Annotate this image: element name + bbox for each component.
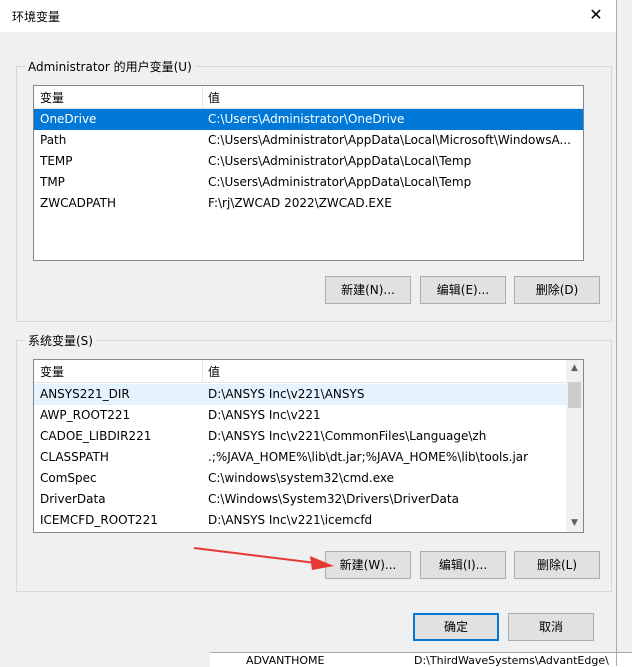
variable-name: ZWCADPATH [40,196,117,210]
variable-value: D:\ANSYS Inc\v221\ANSYS [208,387,365,401]
variable-name: TEMP [40,154,73,168]
system-variables-group: 系统变量(S) 变量 值 ANSYS221_DIR D:\ANSYS Inc\v… [16,332,612,592]
variable-value: C:\Users\Administrator\OneDrive [208,112,405,126]
variable-value: .;%JAVA_HOME%\lib\dt.jar;%JAVA_HOME%\lib… [208,450,529,464]
variable-value: D:\ANSYS Inc\v221\CommonFiles\Language\z… [208,429,487,443]
list-item[interactable]: ZWCADPATH F:\rj\ZWCAD 2022\ZWCAD.EXE [34,193,583,214]
list-item[interactable]: CADOE_LIBDIR221 D:\ANSYS Inc\v221\Common… [34,426,566,447]
scroll-up-icon[interactable]: ▲ [566,360,583,377]
user-variables-legend: Administrator 的用户变量(U) [25,58,195,75]
list-item[interactable]: ComSpec C:\windows\system32\cmd.exe [34,468,566,489]
column-divider[interactable] [202,86,203,108]
variable-name: TMP [40,175,65,189]
variable-value: C:\windows\system32\cmd.exe [208,471,394,485]
variable-value: C:\Users\Administrator\AppData\Local\Tem… [208,175,472,189]
system-variables-legend: 系统变量(S) [25,332,96,349]
close-icon[interactable]: ✕ [576,0,616,30]
scroll-thumb[interactable] [568,382,581,408]
cancel-button[interactable]: 取消 [508,613,594,641]
list-item[interactable]: ICEMCFD_ROOT221 D:\ANSYS Inc\v221\icemcf… [34,510,566,531]
user-variables-group: Administrator 的用户变量(U) 变量 值 OneDrive C:\… [16,58,612,322]
window-title: 环境变量 [12,10,61,24]
title-bar: 环境变量 ✕ [0,0,616,32]
variable-value: C:\Users\Administrator\AppData\Local\Mic… [208,133,571,147]
variable-name: DriverData [40,492,106,506]
list-item[interactable]: DriverData C:\Windows\System32\Drivers\D… [34,489,566,510]
ok-button[interactable]: 确定 [413,613,499,641]
system-list-header: 变量 值 [34,360,566,383]
column-header-variable[interactable]: 变量 [40,89,64,106]
variable-value: D:\ANSYS Inc\v221\icemcfd [208,513,373,527]
system-edit-button[interactable]: 编辑(I)... [420,551,506,579]
column-header-variable[interactable]: 变量 [40,363,64,380]
system-delete-button[interactable]: 删除(L) [514,551,600,579]
list-item[interactable]: CLASSPATH .;%JAVA_HOME%\lib\dt.jar;%JAVA… [34,447,566,468]
user-edit-button[interactable]: 编辑(E)... [420,276,506,304]
column-divider[interactable] [202,360,203,382]
list-item[interactable]: ANSYS221_DIR D:\ANSYS Inc\v221\ANSYS [34,384,566,405]
list-item[interactable]: AWP_ROOT221 D:\ANSYS Inc\v221 [34,405,566,426]
variable-name: Path [40,133,67,147]
system-variables-list[interactable]: 变量 值 ANSYS221_DIR D:\ANSYS Inc\v221\ANSY… [33,359,584,533]
variable-value: D:\ANSYS Inc\v221 [208,408,321,422]
variable-name: CLASSPATH [40,450,109,464]
variable-name: OneDrive [40,112,97,126]
environment-variables-dialog: 环境变量 ✕ Administrator 的用户变量(U) 变量 值 OneDr… [0,0,617,666]
variable-name: ICEMCFD_ROOT221 [40,513,158,527]
column-header-value[interactable]: 值 [208,363,220,380]
list-item[interactable]: Path C:\Users\Administrator\AppData\Loca… [34,130,583,151]
list-item[interactable]: TMP C:\Users\Administrator\AppData\Local… [34,172,583,193]
list-item[interactable]: TEMP C:\Users\Administrator\AppData\Loca… [34,151,583,172]
list-item[interactable]: OneDrive C:\Users\Administrator\OneDrive [34,109,583,130]
scroll-down-icon[interactable]: ▼ [566,515,583,532]
system-new-button[interactable]: 新建(W)... [325,551,411,579]
variable-value: C:\Windows\System32\Drivers\DriverData [208,492,459,506]
user-delete-button[interactable]: 删除(D) [514,276,600,304]
variable-name: CADOE_LIBDIR221 [40,429,152,443]
user-variables-list[interactable]: 变量 值 OneDrive C:\Users\Administrator\One… [33,85,584,261]
variable-name: AWP_ROOT221 [40,408,131,422]
column-header-value[interactable]: 值 [208,89,220,106]
variable-value: F:\rj\ZWCAD 2022\ZWCAD.EXE [208,196,392,210]
user-list-header: 变量 值 [34,86,583,109]
user-new-button[interactable]: 新建(N)... [325,276,411,304]
system-list-scrollbar[interactable]: ▲ ▼ [566,360,583,532]
variable-name: ComSpec [40,471,97,485]
variable-name: ANSYS221_DIR [40,387,130,401]
variable-value: C:\Users\Administrator\AppData\Local\Tem… [208,154,472,168]
